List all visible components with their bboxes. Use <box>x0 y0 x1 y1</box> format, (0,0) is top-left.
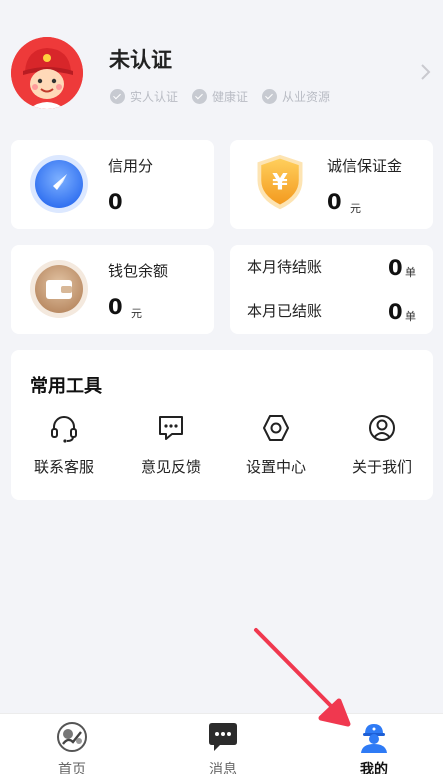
tag-label: 健康证 <box>212 90 249 104</box>
pending-settle-unit: 单 <box>405 266 416 279</box>
tools-title: 常用工具 <box>30 376 102 397</box>
tool-label: 关于我们 <box>351 458 412 476</box>
check-icon <box>192 89 208 104</box>
tab-mine[interactable]: 我的 <box>334 720 414 774</box>
wallet-unit: 元 <box>131 307 142 320</box>
profile-page: 未认证 实人认证 健康证 从业资源 信用分 0 ¥ 诚信保证金 0 元 钱包余额… <box>0 0 443 774</box>
home-icon <box>57 722 87 752</box>
credit-score-card[interactable]: 信用分 0 <box>11 140 214 229</box>
tab-label: 首页 <box>58 762 86 774</box>
tool-feedback[interactable]: 意见反馈 <box>121 412 221 482</box>
done-settle-value: 0 <box>388 300 403 324</box>
settings-icon <box>263 415 289 441</box>
tool-about-us[interactable]: 关于我们 <box>332 412 432 482</box>
tool-label: 设置中心 <box>245 458 306 476</box>
credit-score-value: 0 <box>108 190 123 214</box>
done-settle-label: 本月已结账 <box>247 302 323 320</box>
credit-score-label: 信用分 <box>108 157 154 175</box>
user-circle-icon <box>369 415 395 441</box>
message-icon <box>209 723 237 751</box>
tag-label: 从业资源 <box>282 90 331 104</box>
tab-label: 我的 <box>360 762 388 774</box>
tool-settings[interactable]: 设置中心 <box>226 412 326 482</box>
avatar[interactable] <box>11 37 83 109</box>
pending-settle-value: 0 <box>388 256 403 280</box>
profile-icon <box>361 724 387 753</box>
tag-health-cert: 健康证 <box>192 88 248 105</box>
wallet-label: 钱包余额 <box>108 262 169 280</box>
tool-customer-service[interactable]: 联系客服 <box>14 412 114 482</box>
shield-yen-icon: ¥ <box>257 154 303 210</box>
tab-home[interactable]: 首页 <box>32 720 112 774</box>
wallet-value: 0 <box>108 295 123 319</box>
tools-card: 常用工具 联系客服 意见反馈 设置中心 关于我们 <box>11 350 433 500</box>
tab-label: 消息 <box>209 762 237 774</box>
tool-label: 意见反馈 <box>140 458 201 476</box>
tag-employment: 从业资源 <box>262 88 330 105</box>
tab-messages[interactable]: 消息 <box>183 720 263 774</box>
deposit-label: 诚信保证金 <box>327 157 403 175</box>
deposit-unit: 元 <box>350 202 361 215</box>
feedback-icon <box>159 416 183 440</box>
headset-icon <box>51 416 77 443</box>
tag-label: 实人认证 <box>130 90 179 104</box>
wallet-card[interactable]: 钱包余额 0 元 <box>11 245 214 334</box>
wallet-icon <box>30 260 88 318</box>
svg-text:¥: ¥ <box>272 170 288 196</box>
avatar-cartoon-icon <box>11 37 83 109</box>
profile-header[interactable]: 未认证 实人认证 健康证 从业资源 <box>0 0 443 125</box>
deposit-value: 0 <box>327 190 342 214</box>
tool-label: 联系客服 <box>33 458 94 476</box>
user-name: 未认证 <box>109 48 172 72</box>
check-icon <box>110 89 125 104</box>
verification-tags: 实人认证 健康证 从业资源 <box>110 88 330 105</box>
deposit-card[interactable]: ¥ 诚信保证金 0 元 <box>230 140 433 229</box>
tag-real-name: 实人认证 <box>110 88 178 105</box>
pending-settle-label: 本月待结账 <box>247 258 323 276</box>
chevron-right-icon[interactable] <box>418 62 432 82</box>
settlement-card[interactable]: 本月待结账 0 单 本月已结账 0 单 <box>230 245 433 334</box>
check-icon <box>262 89 278 104</box>
compass-icon <box>30 155 88 213</box>
bottom-tab-bar: 首页 消息 我的 <box>0 713 443 774</box>
done-settle-unit: 单 <box>405 310 416 323</box>
